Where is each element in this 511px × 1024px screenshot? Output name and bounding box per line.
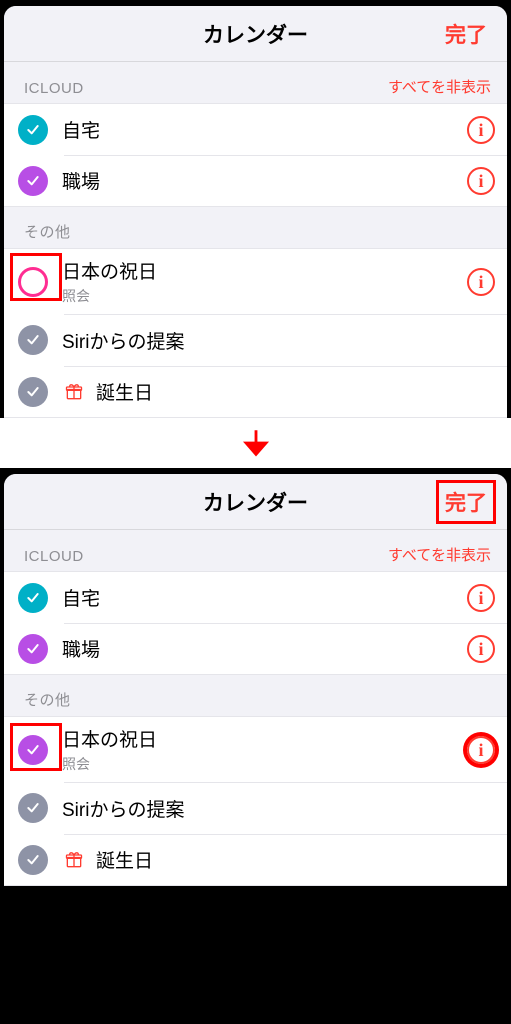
section-header-other: その他 xyxy=(4,207,507,248)
check-icon[interactable] xyxy=(18,325,48,355)
calendar-label: Siriからの提案 xyxy=(62,795,495,822)
checkmark-icon xyxy=(25,384,41,400)
info-button[interactable]: i xyxy=(467,584,495,612)
calendar-label: 職場 xyxy=(62,167,467,194)
check-icon[interactable] xyxy=(18,583,48,613)
checkmark-icon xyxy=(25,800,41,816)
calendar-label: 自宅 xyxy=(62,116,467,143)
arrow-down-icon xyxy=(239,426,273,460)
hide-all-button[interactable]: すべてを非表示 xyxy=(388,76,491,97)
info-icon: i xyxy=(478,640,483,658)
calendar-row-work[interactable]: 職場 i xyxy=(4,623,507,675)
calendar-panel-after: カレンダー 完了 ICLOUD すべてを非表示 自宅 i 職場 i その他 日本… xyxy=(4,474,507,886)
info-button[interactable]: i xyxy=(467,635,495,663)
calendar-label: 自宅 xyxy=(62,584,467,611)
calendar-label: Siriからの提案 xyxy=(62,327,495,354)
calendar-label: 誕生日 xyxy=(96,378,495,405)
section-header-icloud: ICLOUD すべてを非表示 xyxy=(4,62,507,103)
info-icon: i xyxy=(478,741,483,759)
section-header-icloud: ICLOUD すべてを非表示 xyxy=(4,530,507,571)
checkmark-icon xyxy=(25,641,41,657)
info-icon: i xyxy=(478,273,483,291)
check-icon[interactable] xyxy=(18,634,48,664)
calendar-row-siri[interactable]: Siriからの提案 xyxy=(4,782,507,834)
check-icon[interactable] xyxy=(18,166,48,196)
info-button[interactable]: i xyxy=(467,736,495,764)
info-icon: i xyxy=(478,589,483,607)
section-label: その他 xyxy=(24,689,71,710)
done-button[interactable]: 完了 xyxy=(441,17,491,51)
checkmark-icon xyxy=(25,332,41,348)
calendar-row-home[interactable]: 自宅 i xyxy=(4,571,507,623)
check-icon[interactable] xyxy=(18,377,48,407)
calendar-sublabel: 照会 xyxy=(62,286,467,306)
calendar-row-work[interactable]: 職場 i xyxy=(4,155,507,207)
modal-header: カレンダー 完了 xyxy=(4,474,507,530)
section-label: ICLOUD xyxy=(24,548,84,565)
check-icon[interactable] xyxy=(18,115,48,145)
calendar-row-siri[interactable]: Siriからの提案 xyxy=(4,314,507,366)
section-label: その他 xyxy=(24,221,71,242)
checkmark-icon xyxy=(25,122,41,138)
calendar-row-birthday[interactable]: 誕生日 xyxy=(4,366,507,418)
calendar-row-holidays[interactable]: 日本の祝日 照会 i xyxy=(4,248,507,314)
done-button[interactable]: 完了 xyxy=(441,485,491,519)
checkmark-icon xyxy=(25,173,41,189)
calendar-row-holidays[interactable]: 日本の祝日 照会 i xyxy=(4,716,507,782)
header-title: カレンダー xyxy=(203,487,308,517)
check-icon[interactable] xyxy=(18,735,48,765)
section-label: ICLOUD xyxy=(24,80,84,97)
calendar-sublabel: 照会 xyxy=(62,754,467,774)
calendar-label: 日本の祝日 xyxy=(62,725,467,752)
gift-icon xyxy=(62,850,86,870)
info-button[interactable]: i xyxy=(467,167,495,195)
info-icon: i xyxy=(478,172,483,190)
calendar-label: 職場 xyxy=(62,635,467,662)
calendar-label: 誕生日 xyxy=(96,846,495,873)
check-icon[interactable] xyxy=(18,267,48,297)
calendar-row-birthday[interactable]: 誕生日 xyxy=(4,834,507,886)
info-icon: i xyxy=(478,121,483,139)
checkmark-icon xyxy=(25,852,41,868)
checkmark-icon xyxy=(25,742,41,758)
header-title: カレンダー xyxy=(203,19,308,49)
checkmark-icon xyxy=(25,590,41,606)
hide-all-button[interactable]: すべてを非表示 xyxy=(388,544,491,565)
section-header-other: その他 xyxy=(4,675,507,716)
check-icon[interactable] xyxy=(18,845,48,875)
check-icon[interactable] xyxy=(18,793,48,823)
calendar-label: 日本の祝日 xyxy=(62,257,467,284)
modal-header: カレンダー 完了 xyxy=(4,6,507,62)
info-button[interactable]: i xyxy=(467,268,495,296)
arrow-annotation xyxy=(0,418,511,468)
calendar-row-home[interactable]: 自宅 i xyxy=(4,103,507,155)
calendar-panel-before: カレンダー 完了 ICLOUD すべてを非表示 自宅 i 職場 i その他 日本… xyxy=(4,6,507,418)
gift-icon xyxy=(62,382,86,402)
info-button[interactable]: i xyxy=(467,116,495,144)
